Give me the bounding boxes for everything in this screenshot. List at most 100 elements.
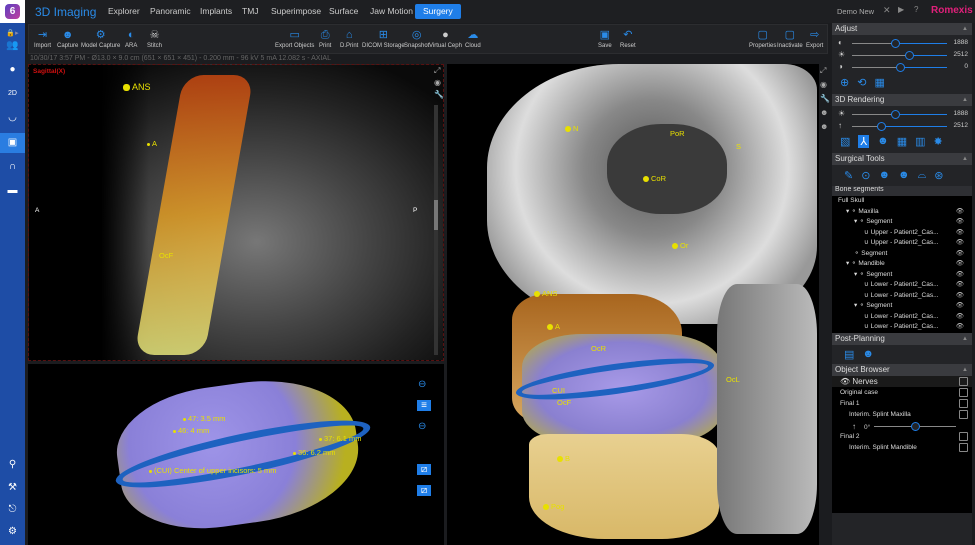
slider-knob[interactable] (890, 110, 900, 119)
dental-model-view[interactable]: 47: 3.5 mm 46: 4 mm 37: 6.1 mm 36: 6.2 m… (28, 364, 444, 545)
adjust-header[interactable]: Adjust (832, 23, 972, 35)
splint-angle-slider[interactable]: ↑ 0° (832, 419, 972, 431)
surgical-tools-header[interactable]: Surgical Tools (832, 153, 972, 165)
tree-item[interactable]: ∪ Upper - Patient2_Cas... 👁 (832, 228, 972, 239)
contrast-slider[interactable]: ◐ 1888 (832, 37, 972, 49)
pre-state-icon[interactable]: ⧄ (417, 464, 431, 475)
rotate-tool-icon[interactable]: ⊙ (861, 169, 870, 182)
visibility-icon[interactable]: 👁 (956, 249, 964, 260)
dprint-button[interactable]: ⌂ D.Print (340, 27, 358, 49)
visibility-icon[interactable]: 👁 (956, 280, 964, 291)
auto-adjust-icon[interactable]: ⟲ (857, 76, 866, 89)
slider-knob[interactable] (905, 51, 914, 60)
tree-item[interactable]: ∪ Lower - Patient2_Cas... 👁 (832, 312, 972, 323)
dicom-storage-button[interactable]: ⊞ DICOM Storage (362, 27, 405, 49)
tab-jaw-motion[interactable]: Jaw Motion (365, 4, 418, 19)
tab-implants[interactable]: Implants (195, 4, 237, 19)
render-brightness-slider[interactable]: ☀ 1888 (832, 108, 972, 120)
arch-icon[interactable]: ∩ (0, 157, 25, 177)
slider-knob[interactable] (911, 421, 920, 431)
tab-superimpose[interactable]: Superimpose (266, 4, 326, 19)
visibility-icon[interactable]: 👁 (956, 312, 964, 323)
print-button[interactable]: ⎙ Print (319, 27, 331, 49)
export-objects-button[interactable]: ▭ Export Objects (275, 27, 314, 49)
visibility-icon[interactable]: 👁 (956, 217, 964, 228)
tree-item[interactable]: ▾ ⚬ Segment 👁 (832, 270, 972, 281)
app-logo[interactable]: 6 (0, 0, 25, 23)
post-state-icon[interactable]: ⧄ (417, 485, 431, 496)
snapshot-button[interactable]: ◎ Snapshot (404, 27, 429, 49)
close-icon[interactable]: ✕ (883, 5, 891, 16)
cut-tool-icon[interactable]: ✎ (844, 169, 853, 182)
splint-icon[interactable]: ⌓ (918, 169, 927, 182)
axes-tool-icon[interactable]: ⊛ (934, 169, 943, 182)
rendering-header[interactable]: 3D Rendering (832, 94, 972, 106)
tree-item[interactable]: ▾ ⚬ Segment 👁 (832, 301, 972, 312)
tree-item[interactable]: ∪ Lower - Patient2_Cas... 👁 (832, 291, 972, 302)
zoom-icon[interactable]: ⊕ (840, 76, 849, 89)
object-splint-maxilla[interactable]: Interim. Splint Maxilla (832, 408, 972, 420)
wrench-icon[interactable]: 🔧 (820, 94, 830, 103)
threshold-slider[interactable]: ↑ 2512 (832, 120, 972, 132)
settings-icon[interactable]: ⚙ (0, 522, 25, 542)
import-button[interactable]: ⇥ Import (34, 27, 51, 49)
histogram-icon[interactable]: ▦ (874, 76, 884, 89)
visibility-icon[interactable]: 👁 (956, 207, 964, 218)
model-icon[interactable]: ▬ (0, 181, 25, 201)
scrollbar[interactable] (434, 105, 438, 355)
camera-icon[interactable]: ◉ (820, 80, 827, 89)
intraoral-icon[interactable]: ◡ (0, 108, 25, 128)
object-nerves[interactable]: 👁 Nerves (832, 375, 972, 387)
grid-tall-icon[interactable]: ▥ (915, 135, 925, 148)
object-browser-header[interactable]: Object Browser (832, 363, 972, 376)
expand-icon[interactable]: ⤢ (434, 66, 440, 76)
tree-item[interactable]: ∪ Lower - Patient2_Cas... 👁 (832, 280, 972, 291)
scrollbar-thumb[interactable] (434, 200, 438, 230)
soft-tissue-icon[interactable]: ▧ (840, 135, 850, 148)
tab-panoramic[interactable]: Panoramic (145, 4, 196, 19)
grid-icon[interactable]: ▦ (897, 135, 907, 148)
tab-surface[interactable]: Surface (324, 4, 363, 19)
object-splint-mandible[interactable]: Interim. Splint Mandible (832, 441, 972, 453)
tab-surgery[interactable]: Surgery (415, 4, 461, 19)
visibility-icon[interactable]: 👁 (956, 259, 964, 270)
visibility-icon[interactable]: 👁 (956, 301, 964, 312)
cloud-button[interactable]: ☁ Cloud (465, 27, 481, 49)
properties-button[interactable]: ▢ Properties (749, 27, 776, 49)
sagittal-view[interactable]: Sagittal(X) A P ANS A OcF (28, 64, 444, 361)
video-icon[interactable]: ▶ (898, 5, 904, 14)
help-icon[interactable]: ? (914, 5, 918, 14)
microscope-icon[interactable]: ⚲ (0, 455, 25, 475)
rotate-alt-icon[interactable]: ⊖ (418, 421, 426, 432)
skull-front-icon[interactable]: ☻ (820, 108, 828, 117)
tree-item[interactable]: ▾ ⚬ Segment 👁 (832, 217, 972, 228)
export-button[interactable]: ⇨ Export (806, 27, 823, 49)
expand-icon[interactable]: ⤢ (820, 66, 826, 76)
virtual-ceph-button[interactable]: ● Virtual Ceph (429, 27, 462, 49)
visibility-icon[interactable]: 👁 (956, 238, 964, 249)
post-export-icon[interactable]: ▤ (844, 348, 854, 361)
object-final-1[interactable]: Final 1 (832, 397, 972, 409)
tab-explorer[interactable]: Explorer (103, 4, 145, 19)
post-skull-icon[interactable]: ☻ (862, 348, 874, 361)
visibility-icon[interactable]: 👁 (956, 228, 964, 239)
reset-button[interactable]: ↶ Reset (620, 27, 636, 49)
tree-item[interactable]: ▾ ⚬ Maxilla 👁 (832, 207, 972, 218)
gamma-slider[interactable]: ◑ 0 (832, 61, 972, 73)
tools-icon[interactable]: ⚒ (0, 478, 25, 498)
skull-render-icon[interactable]: ☻ (877, 135, 889, 148)
post-planning-header[interactable]: Post-Planning (832, 332, 972, 345)
ara-button[interactable]: ◐ ARA (125, 27, 137, 49)
capture-button[interactable]: ☻ Capture (57, 27, 78, 49)
skull-side-icon[interactable]: ☻ (820, 122, 828, 131)
visibility-icon[interactable]: 👁 (956, 270, 964, 281)
slider-knob[interactable] (890, 39, 900, 48)
3d-icon[interactable]: ▣ (0, 133, 25, 153)
logout-icon[interactable]: ⎋ (0, 500, 25, 520)
skull-3d-view[interactable]: N PoR S CoR Or ANS A OcR OcL CUI OcF B P… (447, 64, 819, 545)
slider-knob[interactable] (876, 122, 886, 131)
visibility-icon[interactable]: 👁 (956, 291, 964, 302)
brightness-slider[interactable]: ☀ 2512 (832, 49, 972, 61)
camera-icon[interactable]: ◉ (434, 78, 441, 87)
object-original-case[interactable]: Original case (832, 386, 972, 398)
